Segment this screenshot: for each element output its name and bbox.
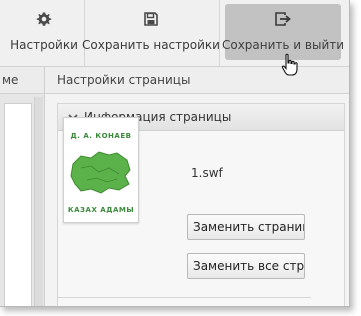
- gear-icon: [36, 10, 52, 28]
- section-divider: [57, 297, 311, 298]
- exit-icon: [274, 10, 292, 28]
- app-window: Настройки Сохранить настройки Сохранить …: [0, 0, 350, 307]
- sidebar-scrollbar[interactable]: [34, 97, 43, 306]
- save-settings-label: Сохранить настройки: [82, 38, 220, 52]
- page-settings-header: Настройки страницы: [45, 67, 349, 94]
- toolbar-divider: [219, 0, 220, 66]
- hand-cursor-icon: [281, 53, 298, 76]
- pages-sidebar-header: ме: [0, 67, 44, 94]
- page-preview: Д. А. КОНАЕВ КАЗАХ АДАМЫ: [63, 117, 139, 223]
- page-thumbnail-strip[interactable]: [4, 103, 32, 306]
- save-and-exit-button[interactable]: Сохранить и выйти: [221, 4, 345, 60]
- settings-label: Настройки: [10, 38, 78, 52]
- preview-author-text: Д. А. КОНАЕВ: [70, 132, 132, 140]
- pages-sidebar: ме: [0, 67, 45, 306]
- settings-button[interactable]: Настройки: [8, 0, 80, 66]
- map-image: [70, 151, 131, 194]
- replace-all-pages-button[interactable]: Заменить все стран: [187, 253, 305, 279]
- save-settings-button[interactable]: Сохранить настройки: [82, 0, 220, 66]
- preview-bottom-text: КАЗАХ АДАМЫ: [67, 206, 135, 214]
- page-settings-panel: Настройки страницы Информация страницы Д…: [45, 67, 349, 306]
- file-name: 1.swf: [191, 166, 223, 180]
- floppy-disk-icon: [143, 10, 159, 28]
- save-and-exit-label: Сохранить и выйти: [221, 38, 345, 52]
- toolbar-divider: [84, 0, 85, 66]
- replace-page-button[interactable]: Заменить страницу: [187, 214, 305, 240]
